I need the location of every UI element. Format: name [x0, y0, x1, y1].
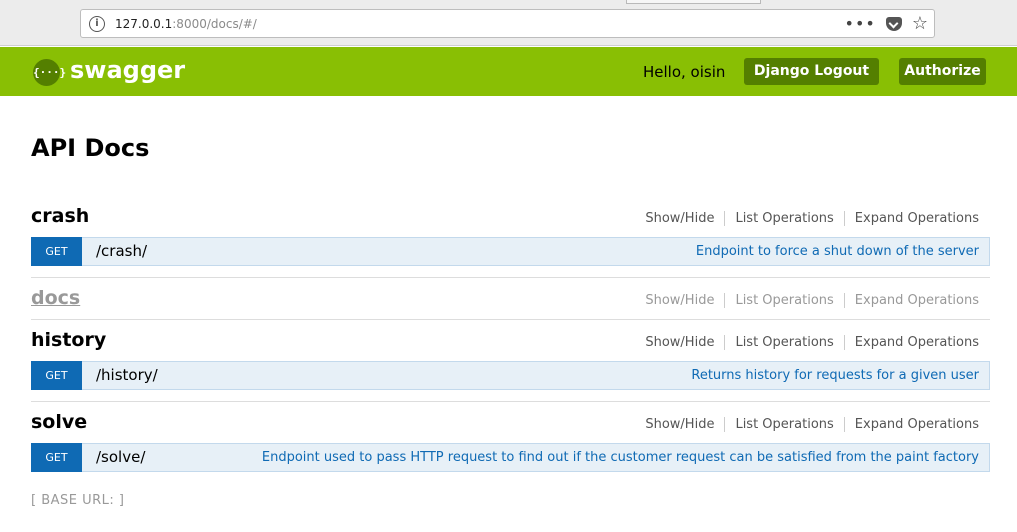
operation-path[interactable]: /solve/: [96, 448, 145, 466]
operation-path[interactable]: /history/: [96, 366, 158, 384]
resource-header: crash Show/Hide List Operations Expand O…: [31, 203, 990, 233]
expand-operations-link[interactable]: Expand Operations: [843, 335, 979, 350]
page-title: API Docs: [31, 134, 150, 162]
bookmark-star-icon[interactable]: ☆: [912, 14, 928, 32]
resource-links: Show/Hide List Operations Expand Operati…: [645, 335, 979, 350]
url-actions: ••• ☆: [845, 14, 934, 32]
user-greeting: Hello, oisin: [643, 63, 726, 81]
page-actions-menu-icon[interactable]: •••: [845, 15, 876, 31]
list-operations-link[interactable]: List Operations: [724, 211, 843, 226]
http-method-badge[interactable]: GET: [31, 237, 82, 266]
operation-description[interactable]: Returns history for requests for a given…: [691, 368, 979, 383]
resource-links: Show/Hide List Operations Expand Operati…: [645, 417, 979, 432]
http-method-badge[interactable]: GET: [31, 443, 82, 472]
url-text[interactable]: 127.0.0.1:8000/docs/#/: [115, 17, 257, 31]
show-hide-link[interactable]: Show/Hide: [645, 335, 724, 350]
swagger-title[interactable]: swagger: [70, 56, 185, 84]
divider: [31, 401, 990, 402]
operation-row[interactable]: GET /crash/ Endpoint to force a shut dow…: [31, 237, 990, 266]
list-operations-link[interactable]: List Operations: [724, 417, 843, 432]
show-hide-link[interactable]: Show/Hide: [645, 417, 724, 432]
operation-row[interactable]: GET /solve/ Endpoint used to pass HTTP r…: [31, 443, 990, 472]
django-logout-button[interactable]: Django Logout: [744, 58, 879, 85]
authorize-button[interactable]: Authorize: [899, 58, 986, 85]
expand-operations-link[interactable]: Expand Operations: [843, 293, 979, 308]
resource-docs: docs Show/Hide List Operations Expand Op…: [31, 285, 990, 315]
resource-name[interactable]: solve: [31, 411, 87, 433]
resource-name[interactable]: docs: [31, 287, 80, 309]
resource-header: solve Show/Hide List Operations Expand O…: [31, 409, 990, 439]
swagger-header: {···} swagger Hello, oisin Django Logout…: [0, 47, 1017, 96]
divider: [31, 277, 990, 278]
resource-header: docs Show/Hide List Operations Expand Op…: [31, 285, 990, 315]
divider: [31, 319, 990, 320]
expand-operations-link[interactable]: Expand Operations: [843, 211, 979, 226]
resource-crash: crash Show/Hide List Operations Expand O…: [31, 203, 990, 266]
info-icon[interactable]: i: [89, 15, 105, 32]
resource-header: history Show/Hide List Operations Expand…: [31, 327, 990, 357]
operation-description[interactable]: Endpoint to force a shut down of the ser…: [696, 244, 979, 259]
resource-links: Show/Hide List Operations Expand Operati…: [645, 293, 979, 308]
resource-name[interactable]: crash: [31, 205, 89, 227]
browser-toolbar: i 127.0.0.1:8000/docs/#/ ••• ☆: [0, 0, 1017, 46]
http-method-badge[interactable]: GET: [31, 361, 82, 390]
url-host: 127.0.0.1: [115, 16, 173, 31]
swagger-logo-icon[interactable]: {···}: [33, 59, 66, 86]
list-operations-link[interactable]: List Operations: [724, 293, 843, 308]
operation-row[interactable]: GET /history/ Returns history for reques…: [31, 361, 990, 390]
show-hide-link[interactable]: Show/Hide: [645, 211, 724, 226]
expand-operations-link[interactable]: Expand Operations: [843, 417, 979, 432]
browser-tab[interactable]: [626, 0, 761, 4]
resource-links: Show/Hide List Operations Expand Operati…: [645, 211, 979, 226]
show-hide-link[interactable]: Show/Hide: [645, 293, 724, 308]
url-path: :8000/docs/#/: [172, 16, 257, 31]
operation-path[interactable]: /crash/: [96, 242, 147, 260]
base-url-info: [ BASE URL: ]: [31, 493, 125, 508]
resource-history: history Show/Hide List Operations Expand…: [31, 327, 990, 390]
operation-description[interactable]: Endpoint used to pass HTTP request to fi…: [262, 450, 979, 465]
resource-name[interactable]: history: [31, 329, 106, 351]
pocket-icon[interactable]: [885, 16, 902, 31]
resource-solve: solve Show/Hide List Operations Expand O…: [31, 409, 990, 472]
list-operations-link[interactable]: List Operations: [724, 335, 843, 350]
address-bar[interactable]: i 127.0.0.1:8000/docs/#/ ••• ☆: [80, 9, 935, 38]
